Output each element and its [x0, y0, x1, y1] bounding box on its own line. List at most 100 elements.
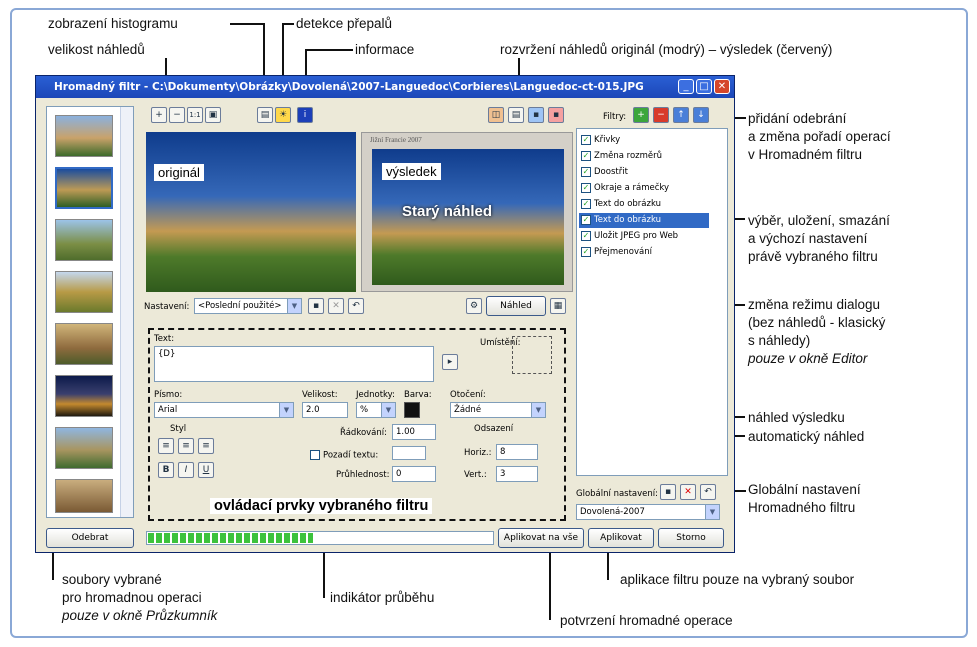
- minimize-button[interactable]: _: [678, 79, 694, 94]
- ann-result-preview: náhled výsledku: [748, 410, 845, 425]
- remove-button[interactable]: Odebrat: [46, 528, 134, 548]
- line-spacing-input[interactable]: 1.00: [392, 424, 436, 440]
- filter-item[interactable]: ✓ Text do obrázku: [581, 197, 661, 212]
- background-label: Pozadí textu:: [310, 450, 378, 461]
- position-grid[interactable]: [512, 336, 552, 374]
- info-icon[interactable]: i: [297, 107, 313, 123]
- layout-original-icon[interactable]: ▪: [528, 107, 544, 123]
- zoom-out-icon[interactable]: −: [169, 107, 185, 123]
- histogram-icon[interactable]: ▤: [257, 107, 273, 123]
- check-icon[interactable]: ✓: [581, 182, 591, 193]
- filter-item[interactable]: ✓ Změna rozměrů: [581, 149, 662, 164]
- close-button[interactable]: ✕: [714, 79, 730, 94]
- check-icon[interactable]: ✓: [581, 166, 591, 177]
- global-settings-select[interactable]: Dovolená-2007 ▼: [576, 504, 720, 520]
- thumbnail-3[interactable]: [55, 219, 113, 261]
- apply-button[interactable]: Aplikovat: [588, 528, 654, 548]
- cancel-button[interactable]: Storno: [658, 528, 724, 548]
- settings-select[interactable]: <Poslední použité> ▼: [194, 298, 302, 314]
- original-preview: originál: [146, 132, 356, 292]
- actual-size-icon[interactable]: 1:1: [187, 107, 203, 123]
- vert-label: Vert.:: [464, 470, 487, 480]
- check-icon[interactable]: ✓: [581, 150, 591, 161]
- save-global-icon[interactable]: ▪: [660, 484, 676, 500]
- layout-result-icon[interactable]: ▪: [548, 107, 564, 123]
- thumbnail-6[interactable]: [55, 375, 113, 417]
- underline-icon[interactable]: U: [198, 462, 214, 478]
- thumbnail-1[interactable]: [55, 115, 113, 157]
- reset-settings-icon[interactable]: ↶: [348, 298, 364, 314]
- overexposure-icon[interactable]: ☀: [275, 107, 291, 123]
- ann-mode-4: pouze v okně Editor: [748, 351, 868, 366]
- horiz-input[interactable]: 8: [496, 444, 538, 460]
- zoom-in-icon[interactable]: +: [151, 107, 167, 123]
- check-icon[interactable]: ✓: [581, 134, 591, 145]
- size-input[interactable]: 2.0: [302, 402, 348, 418]
- opacity-input[interactable]: 0: [392, 466, 436, 482]
- align-center-icon[interactable]: ≡: [178, 438, 194, 454]
- ann-files-1: soubory vybrané: [62, 572, 162, 587]
- maximize-button[interactable]: □: [696, 79, 712, 94]
- ann-preview-size: velikost náhledů: [48, 42, 145, 57]
- check-icon[interactable]: ✓: [581, 198, 591, 209]
- ann-select-save-2: a výchozí nastavení: [748, 231, 868, 246]
- thumbnail-8[interactable]: [55, 479, 113, 513]
- filter-item-selected[interactable]: ✓ Text do obrázku: [579, 213, 709, 228]
- line-info: [305, 49, 353, 51]
- thumbnail-4[interactable]: [55, 271, 113, 313]
- auto-preview-icon[interactable]: ⚙: [466, 298, 482, 314]
- font-label: Písmo:: [154, 390, 183, 400]
- rotation-select[interactable]: Žádné ▼: [450, 402, 546, 418]
- thumbnail-2[interactable]: [55, 167, 113, 209]
- offset-label: Odsazení: [474, 424, 514, 434]
- ann-files-3: pouze v okně Průzkumník: [62, 608, 218, 623]
- units-select[interactable]: % ▼: [356, 402, 396, 418]
- align-left-icon[interactable]: ≡: [158, 438, 174, 454]
- align-right-icon[interactable]: ≡: [198, 438, 214, 454]
- move-up-icon[interactable]: ↑: [673, 107, 689, 123]
- check-icon[interactable]: ✓: [581, 230, 591, 241]
- line-confirm: [549, 550, 551, 620]
- filter-item[interactable]: ✓ Doostřit: [581, 165, 628, 180]
- font-select[interactable]: Arial ▼: [154, 402, 294, 418]
- ann-auto-preview: automatický náhled: [748, 429, 865, 444]
- layout-stack-icon[interactable]: ▤: [508, 107, 524, 123]
- move-down-icon[interactable]: ↓: [693, 107, 709, 123]
- thumbnail-list[interactable]: [46, 106, 134, 518]
- check-icon[interactable]: ✓: [581, 214, 591, 225]
- filter-item[interactable]: ✓ Uložit JPEG pro Web: [581, 229, 678, 244]
- italic-icon[interactable]: I: [178, 462, 194, 478]
- add-filter-icon[interactable]: +: [633, 107, 649, 123]
- delete-settings-icon[interactable]: ✕: [328, 298, 344, 314]
- apply-all-button[interactable]: Aplikovat na vše: [498, 528, 584, 548]
- dialog-mode-icon[interactable]: ▦: [550, 298, 566, 314]
- style-label: Styl: [170, 424, 187, 434]
- filter-item[interactable]: ✓ Okraje a rámečky: [581, 181, 669, 196]
- text-input[interactable]: {D}: [154, 346, 434, 382]
- remove-filter-icon[interactable]: −: [653, 107, 669, 123]
- line-progress: [323, 550, 325, 598]
- save-settings-icon[interactable]: ▪: [308, 298, 324, 314]
- filter-item[interactable]: ✓ Křivky: [581, 133, 620, 148]
- progress-fill: [148, 533, 314, 543]
- layout-side-icon[interactable]: ◫: [488, 107, 504, 123]
- fit-icon[interactable]: ▣: [205, 107, 221, 123]
- rotation-label: Otočení:: [450, 390, 486, 400]
- filter-item[interactable]: ✓ Přejmenování: [581, 245, 652, 260]
- reset-global-icon[interactable]: ↶: [700, 484, 716, 500]
- check-icon[interactable]: ✓: [581, 246, 591, 257]
- line-spacing-label: Řádkování:: [340, 428, 387, 438]
- insert-field-icon[interactable]: ▸: [442, 354, 458, 370]
- preview-button[interactable]: Náhled: [486, 296, 546, 316]
- color-swatch[interactable]: [404, 402, 420, 418]
- thumbnail-5[interactable]: [55, 323, 113, 365]
- line-histogram-v: [263, 23, 265, 83]
- ann-layout: rozvržení náhledů originál (modrý) – výs…: [500, 42, 833, 57]
- delete-global-icon[interactable]: ✕: [680, 484, 696, 500]
- thumbnail-7[interactable]: [55, 427, 113, 469]
- background-swatch[interactable]: [392, 446, 426, 460]
- thumbnail-scrollbar[interactable]: [120, 107, 133, 517]
- bold-icon[interactable]: B: [158, 462, 174, 478]
- vert-input[interactable]: 3: [496, 466, 538, 482]
- filter-list[interactable]: ✓ Křivky ✓ Změna rozměrů ✓ Doostřit ✓ Okraje…: [576, 128, 728, 476]
